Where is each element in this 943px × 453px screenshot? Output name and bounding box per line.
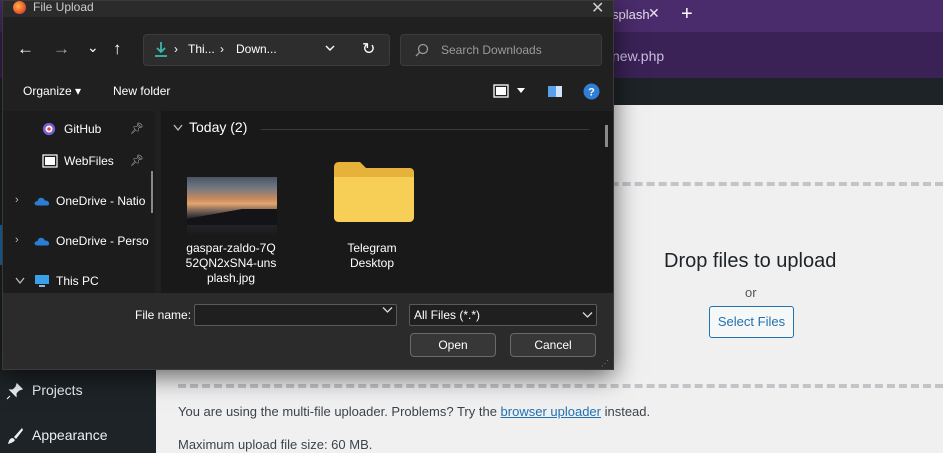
view-mode-icon[interactable] (493, 84, 509, 98)
file-upload-dialog: File Upload ✕ ← → ⌄ ↑ › Thi... › Down...… (2, 0, 614, 370)
folder-shortcut-icon (42, 154, 58, 168)
group-divider (261, 129, 589, 130)
sidebar-item-this-pc[interactable]: This PC (3, 269, 155, 293)
dialog-nav-bar: ← → ⌄ ↑ › Thi... › Down... ↻ Search Down… (3, 29, 613, 69)
file-list-scrollbar[interactable] (605, 125, 608, 147)
sidebar-item-label: WebFiles (64, 154, 114, 168)
sidebar-item-github[interactable]: GitHub 📌︎ (3, 117, 155, 143)
group-header-label: Today (2) (189, 119, 248, 135)
uploader-note-suffix: instead. (600, 404, 651, 419)
file-type-select[interactable]: All Files (*.*) (409, 304, 597, 326)
chevron-right-icon[interactable]: › (15, 234, 19, 246)
paintbrush-icon (8, 428, 23, 444)
menu-item-projects[interactable]: Projects (0, 374, 156, 408)
browser-uploader-link[interactable]: browser uploader (501, 404, 601, 419)
search-icon (415, 43, 429, 57)
dialog-close-button[interactable]: ✕ (591, 0, 604, 18)
file-name-line: gaspar-zaldo-7Q (186, 241, 276, 255)
chevron-down-icon[interactable] (516, 87, 526, 95)
drop-zone-or: or (745, 285, 757, 300)
browser-tab-title: splash (612, 7, 650, 22)
sidebar-item-label: GitHub (64, 122, 102, 136)
sidebar-item-onedrive-natio[interactable]: › OneDrive - Natio (3, 189, 155, 215)
back-button[interactable]: ← (17, 39, 34, 59)
resize-grip[interactable]: ⋰ (601, 359, 609, 368)
close-tab-icon[interactable]: ✕ (648, 5, 660, 22)
url-text[interactable]: new.php (612, 48, 664, 64)
file-name-line: 52QN2xSN4-uns (185, 256, 277, 270)
file-type-value: All Files (*.*) (414, 308, 481, 322)
pin-icon (6, 382, 24, 400)
dialog-toolbar: Organize ▾ New folder ? (3, 78, 613, 106)
pinned-icon: 📌︎ (130, 123, 144, 135)
dialog-footer: File name: All Files (*.*) Open Cancel ⋰ (3, 293, 613, 369)
folder-icon (334, 162, 414, 222)
file-name-input[interactable] (194, 304, 397, 326)
dialog-title: File Upload (33, 0, 94, 14)
preview-pane-icon[interactable] (547, 85, 563, 98)
file-name-line: Desktop (349, 256, 395, 270)
sidebar-item-webfiles[interactable]: WebFiles 📌︎ (3, 149, 155, 175)
help-icon[interactable]: ? (583, 83, 600, 100)
group-header-today[interactable]: Today (2) (173, 119, 247, 135)
chevron-down-icon[interactable] (15, 277, 25, 285)
new-folder-button[interactable]: New folder (113, 84, 170, 98)
drop-zone-title: Drop files to upload (664, 250, 837, 272)
file-item-photo[interactable]: gaspar-zaldo-7Q 52QN2xSN4-uns plash.jpg (181, 151, 281, 291)
file-list-view: Today (2) gaspar-zaldo-7Q 52QN2xSN4-uns … (161, 111, 613, 293)
image-thumbnail (187, 177, 277, 235)
search-downloads-input[interactable]: Search Downloads (400, 34, 602, 66)
dialog-title-bar: File Upload ✕ (3, 0, 613, 18)
breadcrumb-this-pc[interactable]: Thi... (188, 42, 215, 56)
sidebar-item-label: OneDrive - Natio (56, 194, 146, 208)
recent-locations-button[interactable]: ⌄ (87, 37, 99, 57)
computer-icon (35, 275, 49, 287)
menu-label: Projects (32, 382, 83, 398)
chevron-down-icon (582, 312, 593, 318)
select-files-button[interactable]: Select Files (709, 306, 794, 338)
organize-menu[interactable]: Organize ▾ (23, 84, 81, 98)
up-button[interactable]: ↑ (113, 39, 122, 59)
open-button[interactable]: Open (410, 333, 496, 357)
chevron-down-icon[interactable] (382, 306, 393, 314)
cancel-button[interactable]: Cancel (510, 333, 596, 357)
refresh-button[interactable]: ↻ (362, 39, 375, 59)
menu-label: Appearance (32, 427, 108, 443)
chevron-down-icon[interactable] (173, 124, 183, 132)
menu-item-appearance[interactable]: Appearance (0, 419, 156, 453)
address-bar[interactable]: › Thi... › Down... ↻ (143, 34, 390, 66)
sidebar-item-label: OneDrive - Perso (56, 234, 149, 248)
navigation-pane: GitHub 📌︎ WebFiles 📌︎ › OneDrive - Natio… (3, 111, 155, 293)
firefox-icon (13, 1, 26, 14)
pinned-icon: 📌︎ (130, 155, 144, 167)
sidebar-item-label: This PC (56, 274, 99, 288)
navigation-pane-scrollbar[interactable] (151, 171, 153, 213)
github-desktop-icon (42, 122, 56, 136)
chevron-down-icon[interactable] (324, 42, 336, 54)
chevron-right-icon[interactable]: › (15, 194, 19, 206)
breadcrumb-separator: › (174, 42, 178, 56)
uploader-note-prefix: You are using the multi-file uploader. P… (178, 404, 501, 419)
svg-text:?: ? (588, 87, 595, 99)
forward-button[interactable]: → (53, 39, 70, 59)
max-upload-size-note: Maximum upload file size: 60 MB. (178, 437, 373, 452)
download-icon (155, 42, 167, 57)
file-name-line: plash.jpg (206, 271, 256, 285)
file-name-label: File name: (135, 308, 192, 322)
breadcrumb-downloads[interactable]: Down... (236, 42, 277, 56)
file-item-telegram-folder[interactable]: Telegram Desktop (322, 151, 422, 291)
sidebar-item-onedrive-personal[interactable]: › OneDrive - Perso (3, 229, 155, 255)
uploader-note: You are using the multi-file uploader. P… (178, 404, 650, 419)
breadcrumb-separator: › (220, 42, 224, 56)
onedrive-icon (34, 197, 50, 206)
onedrive-icon (34, 237, 50, 246)
file-name-line: Telegram (347, 241, 397, 255)
search-placeholder: Search Downloads (441, 43, 542, 57)
new-tab-button[interactable]: + (681, 3, 693, 25)
